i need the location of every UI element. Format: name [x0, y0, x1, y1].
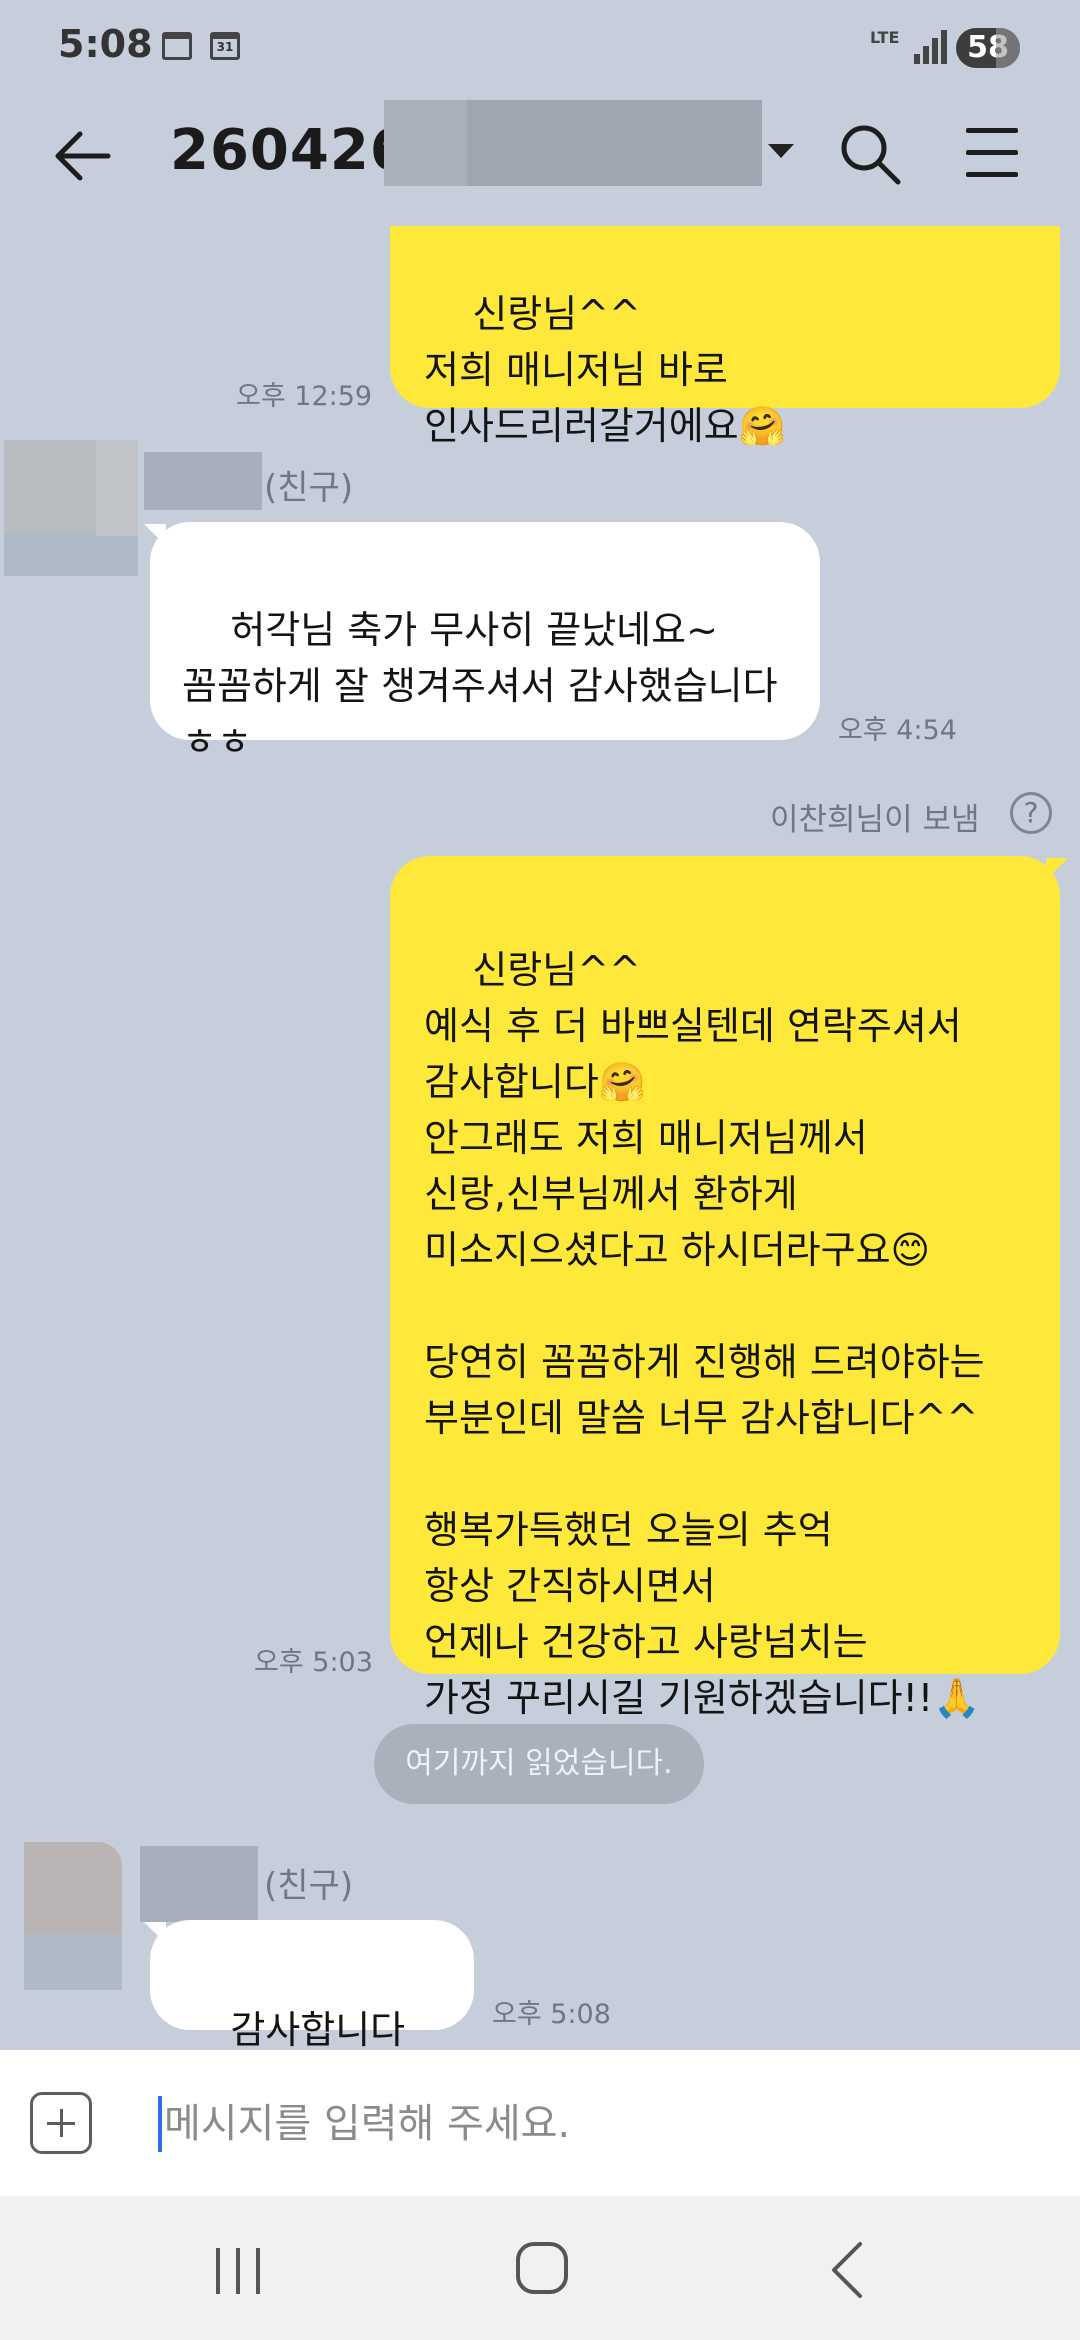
chevron-down-icon[interactable]: [768, 144, 794, 158]
battery-indicator: 58: [956, 28, 1020, 68]
their-message-bubble[interactable]: 허각님 축가 무사히 끝났네요~ 꼼꼼하게 잘 챙겨주셔서 감사했습니다 ㅎㅎ: [150, 522, 820, 764]
message-input[interactable]: [164, 2086, 1024, 2162]
sent-by-note: 이찬희님이 보냄: [770, 802, 980, 838]
network-type: LTE: [870, 28, 900, 47]
my-message-bubble[interactable]: 신랑님^^ 저희 매니저님 바로 인사드리러갈거에요🤗: [390, 226, 1060, 448]
system-nav-bar: [0, 2196, 1080, 2340]
message-text: 신랑님^^ 예식 후 더 바쁘실텐데 연락주셔서 감사합니다🤗 안그래도 저희 …: [424, 948, 985, 1776]
message-text: 신랑님^^ 저희 매니저님 바로 인사드리러갈거에요🤗: [424, 292, 786, 448]
help-icon[interactable]: ?: [1010, 792, 1052, 834]
message-input-bar: [0, 2050, 1080, 2196]
their-message-bubble[interactable]: 감사합니다 ㅎㅎ: [150, 1920, 474, 2050]
chat-header: 260426: [0, 80, 1080, 226]
plus-icon[interactable]: [30, 2092, 92, 2154]
message-text: 감사합니다 ㅎㅎ: [230, 2008, 406, 2050]
recent-apps-icon[interactable]: [216, 2248, 266, 2294]
text-cursor: [158, 2096, 162, 2152]
nav-back-icon[interactable]: [826, 2240, 866, 2300]
friend-tag: (친구): [264, 468, 354, 508]
back-arrow-icon[interactable]: [50, 124, 114, 188]
calendar-notification-icon: [162, 32, 192, 60]
calendar-day-icon: 31: [210, 32, 240, 60]
status-bar: 5:08 31 LTE 58: [0, 0, 1080, 80]
redacted-sender-name: [140, 1846, 258, 1922]
hamburger-menu-icon[interactable]: [966, 128, 1018, 178]
read-up-to-here-marker: 여기까지 읽었습니다.: [374, 1724, 704, 1804]
message-text: 허각님 축가 무사히 끝났네요~ 꼼꼼하게 잘 챙겨주셔서 감사했습니다 ㅎㅎ: [182, 608, 778, 764]
home-icon[interactable]: [516, 2242, 568, 2294]
avatar-blur-edge: [96, 440, 138, 536]
chat-title[interactable]: 260426: [170, 118, 410, 183]
avatar[interactable]: [24, 1842, 122, 1990]
friend-tag: (친구): [264, 1866, 354, 1906]
chat-messages[interactable]: 신랑님^^ 저희 매니저님 바로 인사드리러갈거에요🤗 오후 12:59 (친구…: [0, 226, 1080, 2050]
redacted-sender-name: [144, 452, 262, 510]
my-message-bubble[interactable]: 신랑님^^ 예식 후 더 바쁘실텐데 연락주셔서 감사합니다🤗 안그래도 저희 …: [390, 856, 1060, 1776]
message-time: 오후 5:08: [492, 1999, 611, 2030]
message-time: 오후 4:54: [838, 715, 957, 746]
message-time: 오후 12:59: [236, 381, 373, 412]
redacted-chat-name: [384, 100, 762, 186]
signal-strength-icon: [914, 30, 947, 64]
message-time: 오후 5:03: [254, 1647, 373, 1678]
status-time: 5:08: [58, 22, 153, 66]
calendar-day-number: 31: [216, 40, 234, 54]
search-icon[interactable]: [838, 122, 902, 186]
